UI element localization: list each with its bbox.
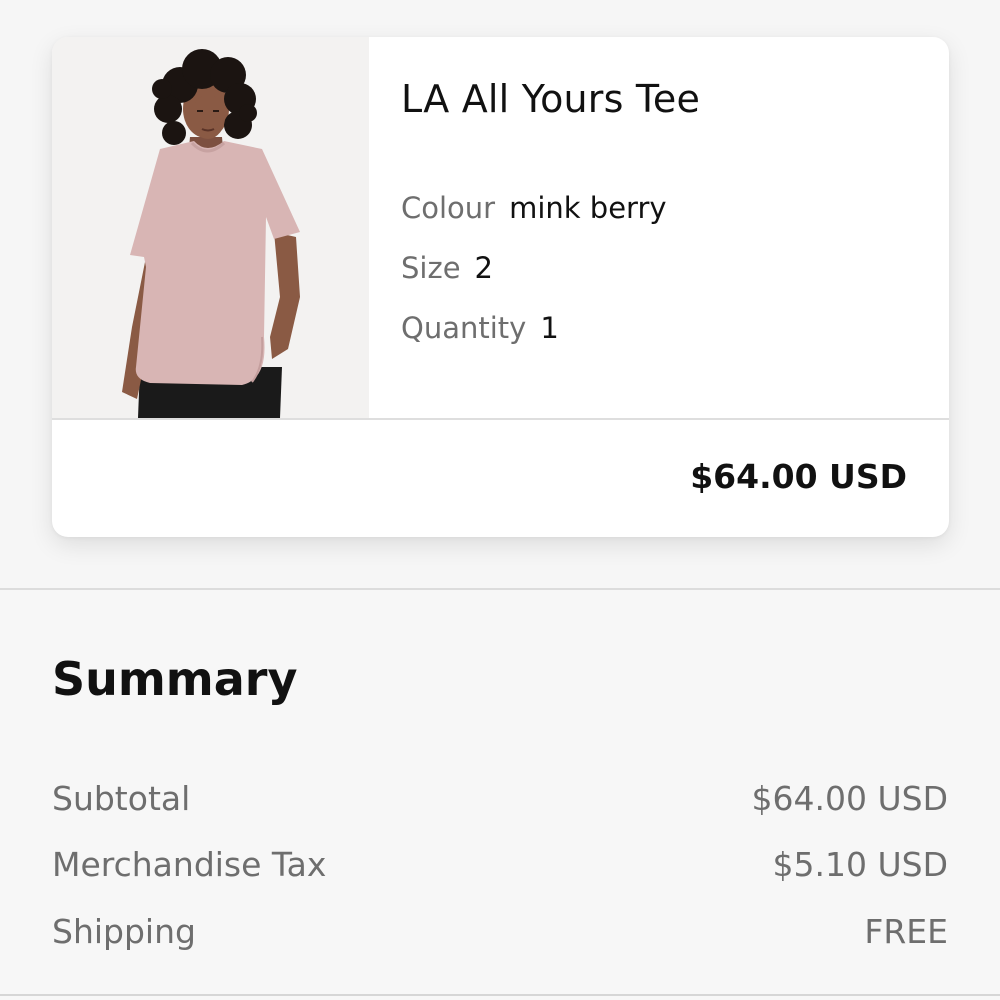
attribute-value: 1 <box>540 311 559 345</box>
summary-title: Summary <box>52 652 298 706</box>
tax-label: Merchandise Tax <box>52 845 327 884</box>
subtotal-label: Subtotal <box>52 779 191 818</box>
bottom-divider <box>0 994 1000 996</box>
attribute-label: Size <box>401 251 461 285</box>
card-divider <box>52 418 949 420</box>
attribute-value: mink berry <box>509 191 667 225</box>
product-name[interactable]: LA All Yours Tee <box>401 77 700 121</box>
attribute-label: Colour <box>401 191 496 225</box>
product-card[interactable]: LA All Yours Tee Colour mink berry Size 2 … <box>52 37 949 537</box>
subtotal-value: $64.00 USD <box>751 779 948 818</box>
attribute-value: 2 <box>474 251 493 285</box>
attribute-colour: Colour mink berry <box>401 191 667 225</box>
product-price: $64.00 USD <box>690 457 907 496</box>
attribute-size: Size 2 <box>401 251 493 285</box>
shipping-label: Shipping <box>52 912 196 951</box>
product-image[interactable] <box>52 37 369 418</box>
attribute-label: Quantity <box>401 311 527 345</box>
shipping-value: FREE <box>864 912 948 951</box>
attribute-quantity: Quantity 1 <box>401 311 559 345</box>
tax-value: $5.10 USD <box>772 845 948 884</box>
product-photo-illustration <box>52 37 369 418</box>
